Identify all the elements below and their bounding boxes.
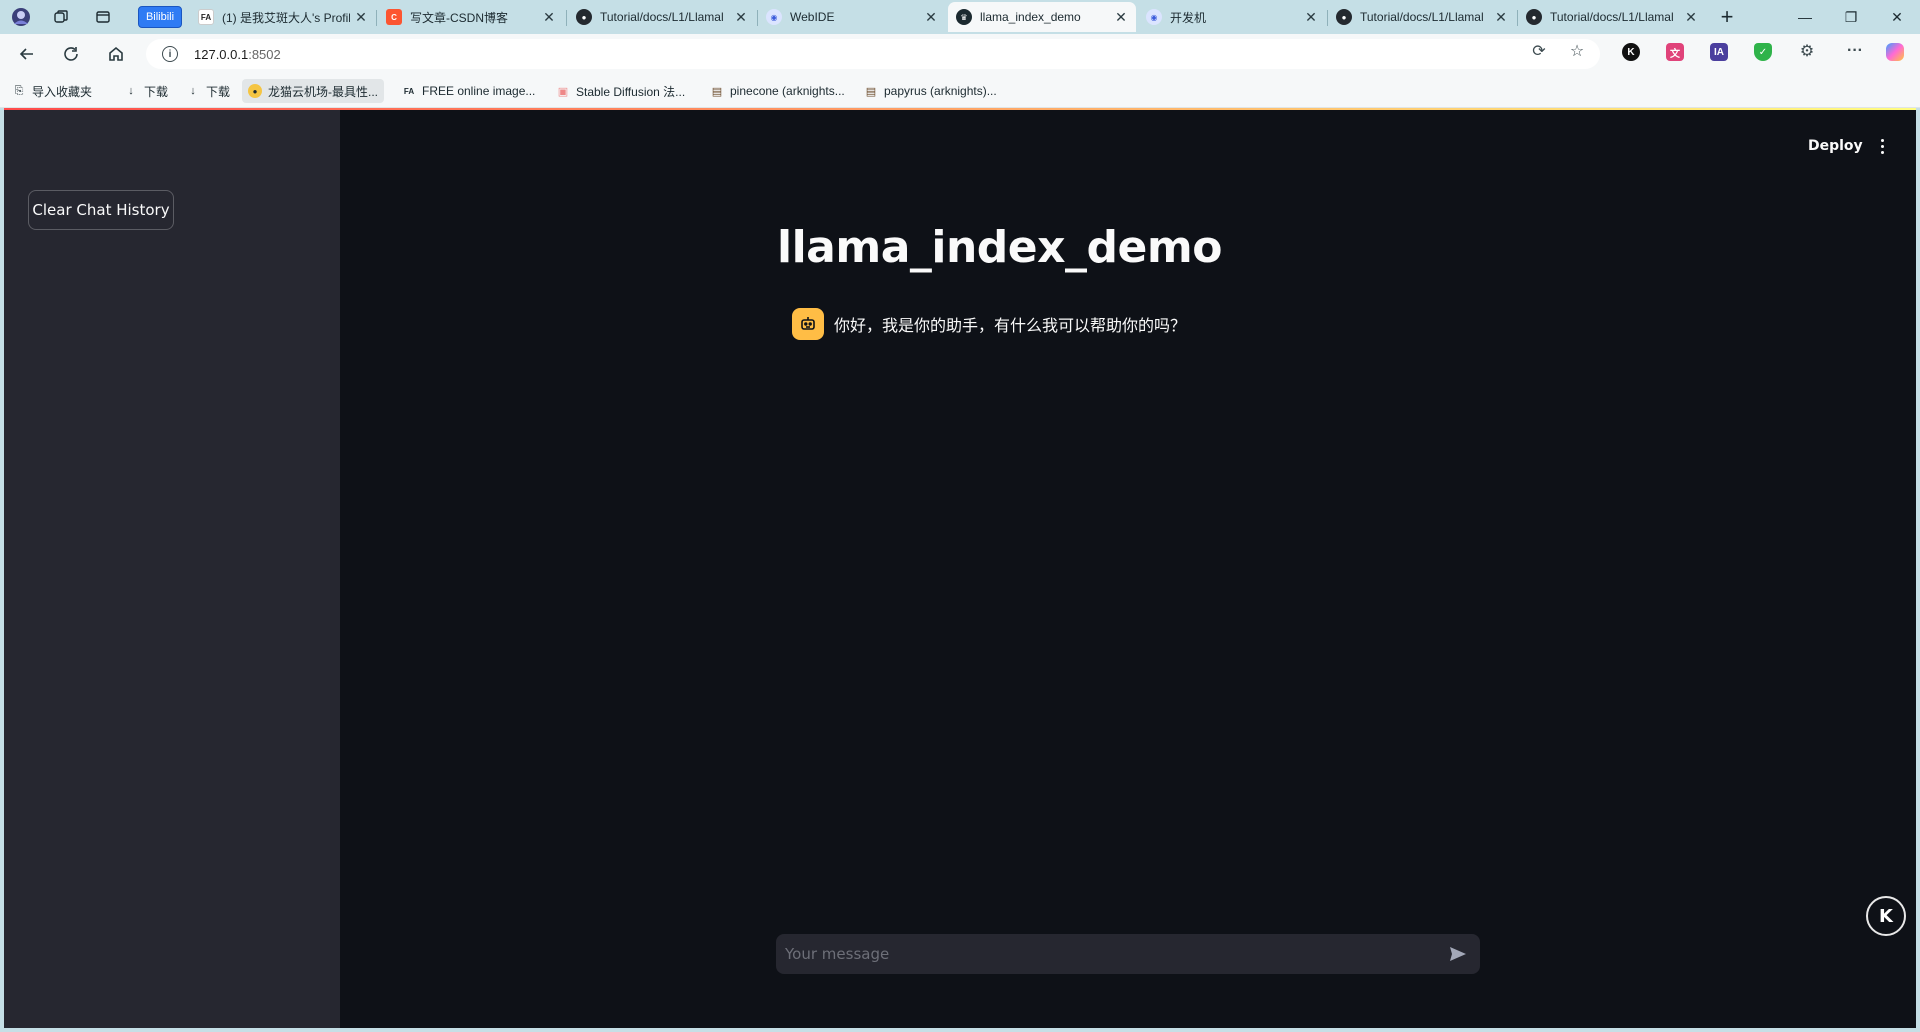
vertical-tabs-icon[interactable]: [90, 5, 116, 29]
close-icon[interactable]: ✕: [1114, 9, 1128, 26]
bookmark-pinecone[interactable]: ▤ pinecone (arknights...: [704, 79, 851, 103]
tab-label: Tutorial/docs/L1/Llamal: [1550, 10, 1674, 24]
bookmark-download-2[interactable]: ↓ 下载: [180, 79, 236, 103]
tab-bilibili[interactable]: Bilibili: [138, 6, 182, 28]
minimize-icon[interactable]: —: [1782, 2, 1828, 32]
app-viewport: Clear Chat History Deploy llama_index_de…: [4, 108, 1916, 1028]
close-icon[interactable]: ✕: [924, 9, 938, 26]
tab-label: 开发机: [1170, 10, 1207, 25]
sidebar: Clear Chat History: [4, 110, 340, 1028]
bookmark-stable-diffusion[interactable]: ▣ Stable Diffusion 法...: [550, 79, 691, 103]
import-icon: ⎘: [14, 84, 24, 97]
bookmark-download-1[interactable]: ↓ 下载: [118, 79, 174, 103]
extensions-puzzle-icon[interactable]: ⚙: [1796, 40, 1818, 62]
tab-csdn[interactable]: C 写文章-CSDN博客 ✕: [378, 2, 564, 32]
tab-profile[interactable]: FA (1) 是我艾斑大人's Profil ✕: [190, 2, 376, 32]
chat-input-container: [776, 934, 1480, 974]
csdn-icon: C: [386, 9, 402, 25]
tab-github-tutorial-2[interactable]: ● Tutorial/docs/L1/Llamal ✕: [1328, 2, 1516, 32]
url-text[interactable]: 127.0.0.1:8502: [194, 47, 281, 62]
close-icon[interactable]: ✕: [542, 9, 556, 26]
tab-dev-machine[interactable]: ◉ 开发机 ✕: [1138, 2, 1326, 32]
chat-message-text: 你好，我是你的助手，有什么我可以帮助你的吗？: [834, 316, 1187, 335]
tab-label: Tutorial/docs/L1/Llamal: [600, 10, 724, 24]
close-icon[interactable]: ✕: [354, 9, 368, 26]
tab-llama-index-demo[interactable]: ♛ llama_index_demo ✕: [948, 2, 1136, 32]
home-icon[interactable]: [101, 40, 131, 68]
extension-k-icon[interactable]: K: [1622, 43, 1640, 61]
totoro-icon: ●: [248, 84, 262, 98]
chat-message: 你好，我是你的助手，有什么我可以帮助你的吗？: [792, 308, 1186, 340]
extension-translate-icon[interactable]: 文: [1666, 43, 1684, 61]
floating-k-icon[interactable]: K: [1866, 896, 1906, 936]
bookmark-import[interactable]: ⎘ 导入收藏夹: [6, 79, 98, 103]
restore-icon[interactable]: ❐: [1828, 2, 1874, 32]
extension-ia-icon[interactable]: IA: [1710, 43, 1728, 61]
webide-icon: ◉: [1146, 9, 1162, 25]
send-icon[interactable]: [1440, 936, 1476, 972]
page-title: llama_index_demo: [777, 222, 1222, 273]
main-menu-icon[interactable]: [1870, 130, 1894, 162]
bookmark-totoro[interactable]: ● 龙猫云机场-最具性...: [242, 79, 384, 103]
tab-github-tutorial-3[interactable]: ● Tutorial/docs/L1/Llamal ✕: [1518, 2, 1706, 32]
close-icon[interactable]: ✕: [1494, 9, 1508, 26]
streamlit-icon: ♛: [956, 9, 972, 25]
tab-label: 写文章-CSDN博客: [410, 10, 508, 25]
window-close-icon[interactable]: ✕: [1874, 2, 1920, 32]
extension-shield-icon[interactable]: ✓: [1754, 43, 1772, 61]
folder-icon: ▤: [865, 85, 877, 98]
tab-label: (1) 是我艾斑大人's Profil: [222, 10, 350, 25]
deploy-button[interactable]: Deploy: [1800, 130, 1871, 162]
close-icon[interactable]: ✕: [1684, 9, 1698, 26]
bookmark-papyrus[interactable]: ▤ papyrus (arknights)...: [858, 79, 1003, 103]
profile-avatar-icon[interactable]: [8, 5, 34, 29]
github-icon: ●: [576, 9, 592, 25]
tab-webide[interactable]: ◉ WebIDE ✕: [758, 2, 946, 32]
fa-icon: FA: [198, 9, 214, 25]
github-icon: ●: [1526, 9, 1542, 25]
tab-label: llama_index_demo: [980, 10, 1081, 24]
sd-icon: ▣: [557, 85, 569, 98]
favorite-star-icon[interactable]: ☆: [1566, 40, 1588, 62]
webide-icon: ◉: [766, 9, 782, 25]
new-tab-icon[interactable]: +: [1714, 4, 1740, 29]
more-menu-icon[interactable]: ···: [1844, 40, 1866, 62]
reload-icon[interactable]: [56, 40, 86, 68]
bookmarks-bar: ⎘ 导入收藏夹 ↓ 下载 ↓ 下载 ● 龙猫云机场-最具性... FA FREE onli…: [0, 74, 1920, 108]
assistant-avatar-icon: [792, 308, 824, 340]
chat-input[interactable]: [776, 934, 1440, 974]
address-bar-row: i 127.0.0.1:8502 ⟳ ☆ K 文 IA ✓ ⚙ ···: [0, 34, 1920, 74]
close-icon[interactable]: ✕: [1304, 9, 1318, 26]
tab-strip: Bilibili FA (1) 是我艾斑大人's Profil ✕ C 写文章-…: [0, 0, 1920, 34]
tab-github-tutorial-1[interactable]: ● Tutorial/docs/L1/Llamal ✕: [568, 2, 756, 32]
site-info-icon[interactable]: i: [162, 46, 178, 62]
fa-icon: FA: [403, 86, 415, 96]
download-icon: ↓: [190, 85, 196, 97]
copilot-icon[interactable]: [1886, 43, 1904, 61]
back-icon[interactable]: [12, 40, 42, 68]
bookmark-free-online-image[interactable]: FA FREE online image...: [396, 79, 541, 103]
translate-icon[interactable]: ⟳: [1528, 40, 1550, 62]
tab-label: WebIDE: [790, 10, 835, 24]
workspaces-icon[interactable]: [48, 5, 74, 29]
download-icon: ↓: [128, 85, 134, 97]
folder-icon: ▤: [711, 85, 723, 98]
close-icon[interactable]: ✕: [734, 9, 748, 26]
tab-label: Tutorial/docs/L1/Llamal: [1360, 10, 1484, 24]
github-icon: ●: [1336, 9, 1352, 25]
clear-chat-history-button[interactable]: Clear Chat History: [28, 190, 174, 230]
address-bar[interactable]: i 127.0.0.1:8502: [146, 39, 1600, 69]
